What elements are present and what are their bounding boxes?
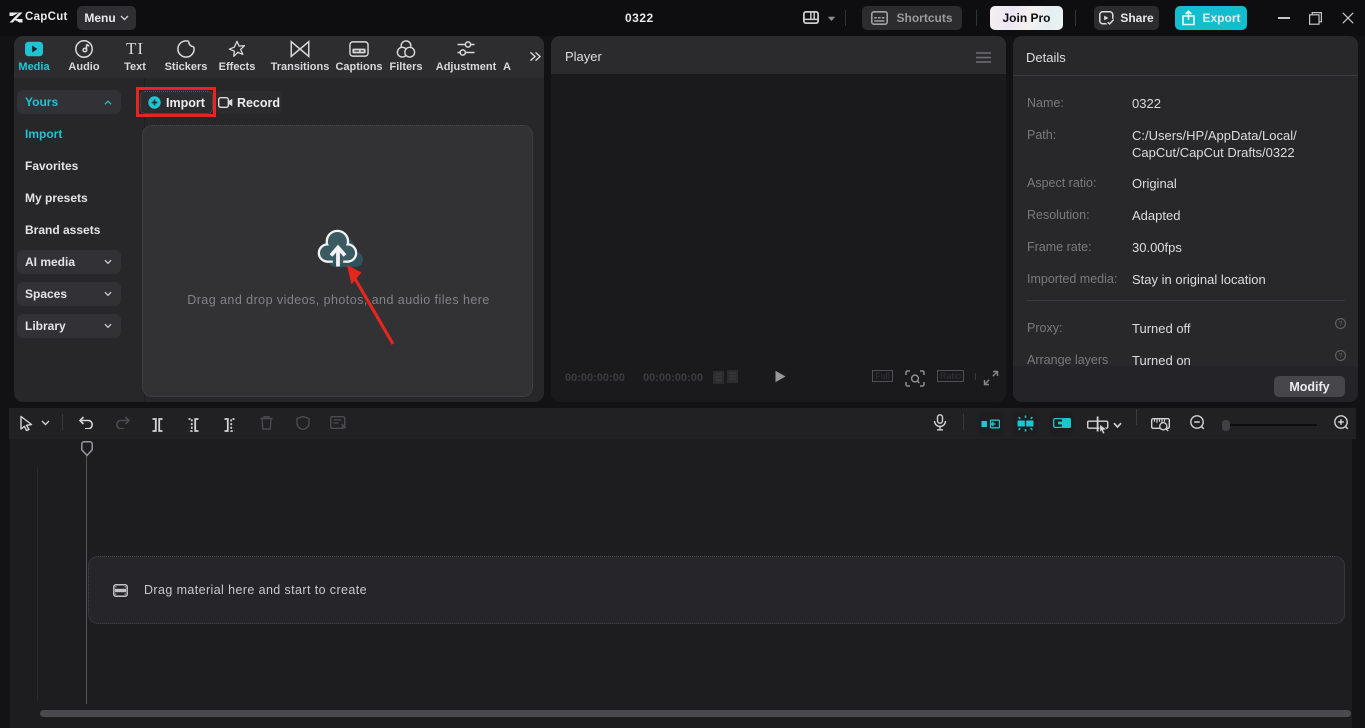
svg-text:?: ?: [1339, 321, 1343, 328]
svg-text:?: ?: [1339, 353, 1343, 360]
